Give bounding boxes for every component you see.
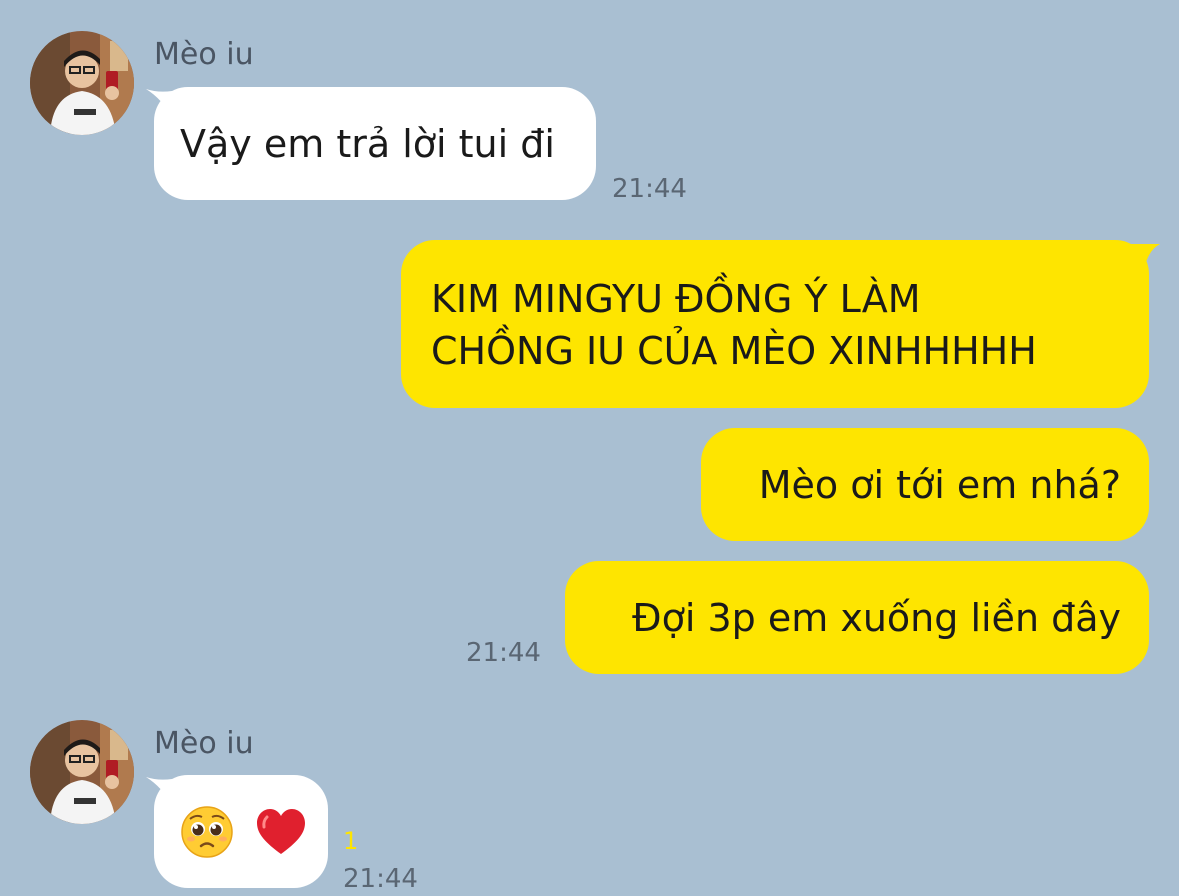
sender-name: Mèo iu [154, 37, 254, 72]
message-text: Mèo ơi tới em nhá? [758, 463, 1121, 507]
message-bubble[interactable] [154, 775, 328, 888]
sender-name: Mèo iu [154, 726, 254, 761]
message-text-line: KIM MINGYU ĐỒNG Ý LÀM [431, 277, 921, 321]
message-text: Đợi 3p em xuống liền đây [632, 596, 1121, 640]
red-heart-icon [254, 805, 308, 872]
avatar[interactable] [30, 720, 134, 824]
message-bubble[interactable]: KIM MINGYU ĐỒNG Ý LÀM CHỒNG IU CỦA MÈO X… [401, 240, 1149, 408]
message-timestamp: 21:44 [466, 638, 541, 668]
avatar[interactable] [30, 31, 134, 135]
message-timestamp: 21:44 [612, 174, 687, 204]
unread-count: 1 [343, 827, 359, 855]
message-bubble[interactable]: Vậy em trả lời tui đi [154, 87, 596, 200]
message-timestamp: 21:44 [343, 864, 418, 894]
message-bubble[interactable]: Mèo ơi tới em nhá? [701, 428, 1149, 541]
message-text: Vậy em trả lời tui đi [180, 122, 555, 166]
pleading-face-icon [180, 805, 234, 872]
message-bubble[interactable]: Đợi 3p em xuống liền đây [565, 561, 1149, 674]
message-text-line: CHỒNG IU CỦA MÈO XINHHHHH [431, 329, 1037, 373]
